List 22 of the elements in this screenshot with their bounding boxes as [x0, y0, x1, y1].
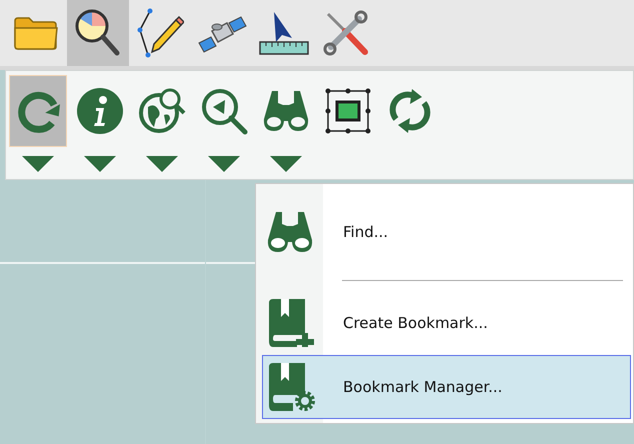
dropdown-arrow-icon[interactable] — [270, 156, 302, 172]
vertex-pencil-icon — [136, 8, 184, 58]
tools-icon — [323, 10, 369, 56]
globe-magnifier-icon — [138, 87, 186, 135]
dropdown-arrow-icon[interactable] — [146, 156, 178, 172]
sync-icon — [388, 87, 432, 135]
magnifier-triangle-icon — [200, 87, 248, 135]
binoculars-icon — [265, 210, 315, 254]
refresh-tool[interactable] — [9, 75, 67, 147]
info-icon — [76, 87, 124, 135]
dropdown-arrow-icon[interactable] — [208, 156, 240, 172]
binoculars-icon — [262, 89, 310, 133]
analysis-tab[interactable] — [67, 0, 129, 66]
ruler-arrow-icon — [258, 10, 310, 56]
magnifier-pie-icon — [74, 8, 122, 58]
menu-item[interactable]: Find... — [262, 190, 631, 274]
folder-icon — [13, 15, 59, 51]
dropdown-arrow-icon[interactable] — [22, 156, 54, 172]
menu-item[interactable]: Bookmark Manager... — [262, 355, 631, 419]
menu-item[interactable]: Create Bookmark... — [262, 291, 631, 355]
selection-frame-icon — [324, 87, 372, 135]
dropdown-arrow-icon[interactable] — [84, 156, 116, 172]
